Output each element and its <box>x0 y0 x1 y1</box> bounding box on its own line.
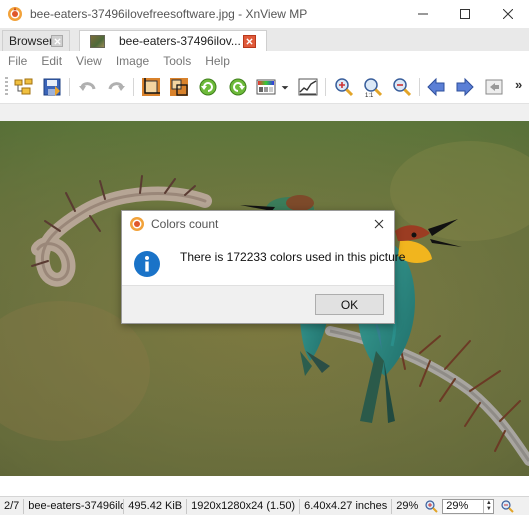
minimize-icon <box>418 13 428 14</box>
tab-close-button[interactable] <box>243 35 256 48</box>
menu-view[interactable]: View <box>69 54 109 68</box>
redo-icon <box>108 82 125 91</box>
next-icon <box>456 77 474 97</box>
zoom-out-icon <box>393 78 412 97</box>
info-icon <box>134 251 160 277</box>
save-button[interactable] <box>40 75 64 99</box>
menu-image[interactable]: Image <box>109 54 156 68</box>
maximize-icon <box>460 8 470 19</box>
resize-icon <box>170 78 188 96</box>
previous-button[interactable] <box>424 75 448 99</box>
xnview-app-icon <box>8 6 22 21</box>
status-print-size: 6.40x4.27 inches <box>300 498 393 514</box>
zoom-actual-button[interactable]: 1:1 <box>361 75 385 99</box>
browser-button[interactable] <box>12 75 36 99</box>
toolbar-separator <box>133 78 134 96</box>
toolbar-grip[interactable] <box>5 77 8 97</box>
undo-button[interactable] <box>76 75 100 99</box>
status-filesize: 495.42 KiB <box>124 498 188 514</box>
dialog-body: There is 172233 colors used in this pict… <box>122 237 405 285</box>
tab-browser[interactable]: Browser <box>2 30 70 51</box>
toolbar: 1:1 » <box>0 71 529 104</box>
zoom-in-button[interactable] <box>332 75 356 99</box>
zoom-out-icon[interactable] <box>500 499 515 513</box>
close-icon <box>53 37 61 45</box>
viewer-top-gap <box>0 104 529 121</box>
browser-folder-icon <box>14 78 33 95</box>
undo-icon <box>79 82 96 91</box>
status-zoom: 29% <box>396 499 419 512</box>
toolbar-separator <box>325 78 326 96</box>
next-button[interactable] <box>453 75 477 99</box>
dropdown-arrow-icon <box>281 86 289 90</box>
svg-text:1:1: 1:1 <box>365 93 374 98</box>
dialog-message: There is 172233 colors used in this pict… <box>180 250 406 264</box>
toolbar-overflow-button[interactable]: » <box>515 77 522 92</box>
exit-fullscreen-button[interactable] <box>482 75 506 99</box>
close-icon <box>246 38 253 45</box>
tab-image[interactable]: bee-eaters-37496ilov... <box>79 30 267 51</box>
crop-icon <box>142 78 160 96</box>
tab-label: Browser <box>9 34 54 48</box>
tab-close-button[interactable] <box>51 35 63 47</box>
save-icon <box>43 78 61 96</box>
colors-count-dialog: Colors count There is 172233 colors used… <box>121 210 405 324</box>
dialog-title-bar: Colors count <box>122 211 394 237</box>
zoom-actual-icon: 1:1 <box>364 78 383 98</box>
ok-button[interactable]: OK <box>315 294 384 315</box>
image-thumbnail <box>90 34 105 48</box>
zoom-spinner[interactable]: ▲ ▼ <box>483 499 493 513</box>
close-button[interactable] <box>486 0 529 27</box>
close-icon[interactable] <box>372 217 386 231</box>
zoom-input-value: 29% <box>446 499 469 512</box>
minimize-button[interactable] <box>401 0 445 27</box>
menu-file[interactable]: File <box>0 54 34 68</box>
exit-fullscreen-icon <box>485 79 503 95</box>
viewer-bottom-gap <box>0 476 529 496</box>
zoom-in-icon[interactable] <box>424 499 439 513</box>
toolbar-separator <box>69 78 70 96</box>
crop-button[interactable] <box>139 75 163 99</box>
toolbar-separator <box>419 78 420 96</box>
zoom-out-button[interactable] <box>390 75 414 99</box>
dialog-title: Colors count <box>151 217 219 231</box>
status-bar: 2/7 bee-eaters-37496ilov 495.42 KiB 1920… <box>0 496 529 515</box>
tab-strip: Browser bee-eaters-37496ilov... <box>0 28 529 51</box>
rotate-left-button[interactable] <box>196 75 220 99</box>
rotate-right-button[interactable] <box>226 75 250 99</box>
menu-bar: File Edit View Image Tools Help <box>0 51 529 71</box>
color-adjust-icon <box>256 79 276 95</box>
rotate-right-icon <box>229 78 247 96</box>
zoom-input[interactable]: 29% ▲ ▼ <box>442 498 495 514</box>
menu-help[interactable]: Help <box>198 54 237 68</box>
tab-label: bee-eaters-37496ilov... <box>119 34 241 48</box>
xnview-app-icon <box>130 217 144 231</box>
status-filename: bee-eaters-37496ilov <box>24 498 125 514</box>
rotate-left-icon <box>199 78 217 96</box>
resize-button[interactable] <box>167 75 191 99</box>
close-icon <box>503 8 513 19</box>
menu-tools[interactable]: Tools <box>156 54 198 68</box>
status-index: 2/7 <box>0 498 25 514</box>
histogram-button[interactable] <box>296 75 320 99</box>
dialog-footer: OK <box>122 285 394 323</box>
title-bar: bee-eaters-37496ilovefreesoftware.jpg - … <box>0 0 529 27</box>
menu-edit[interactable]: Edit <box>34 54 69 68</box>
maximize-button[interactable] <box>443 0 487 27</box>
color-adjust-dropdown[interactable] <box>279 75 291 99</box>
histogram-icon <box>298 78 318 96</box>
status-dimensions: 1920x1280x24 (1.50) <box>187 498 301 514</box>
zoom-in-icon <box>335 78 354 97</box>
redo-button[interactable] <box>104 75 128 99</box>
previous-icon <box>427 77 445 97</box>
window-title: bee-eaters-37496ilovefreesoftware.jpg - … <box>30 6 308 21</box>
color-adjust-button[interactable] <box>254 75 278 99</box>
